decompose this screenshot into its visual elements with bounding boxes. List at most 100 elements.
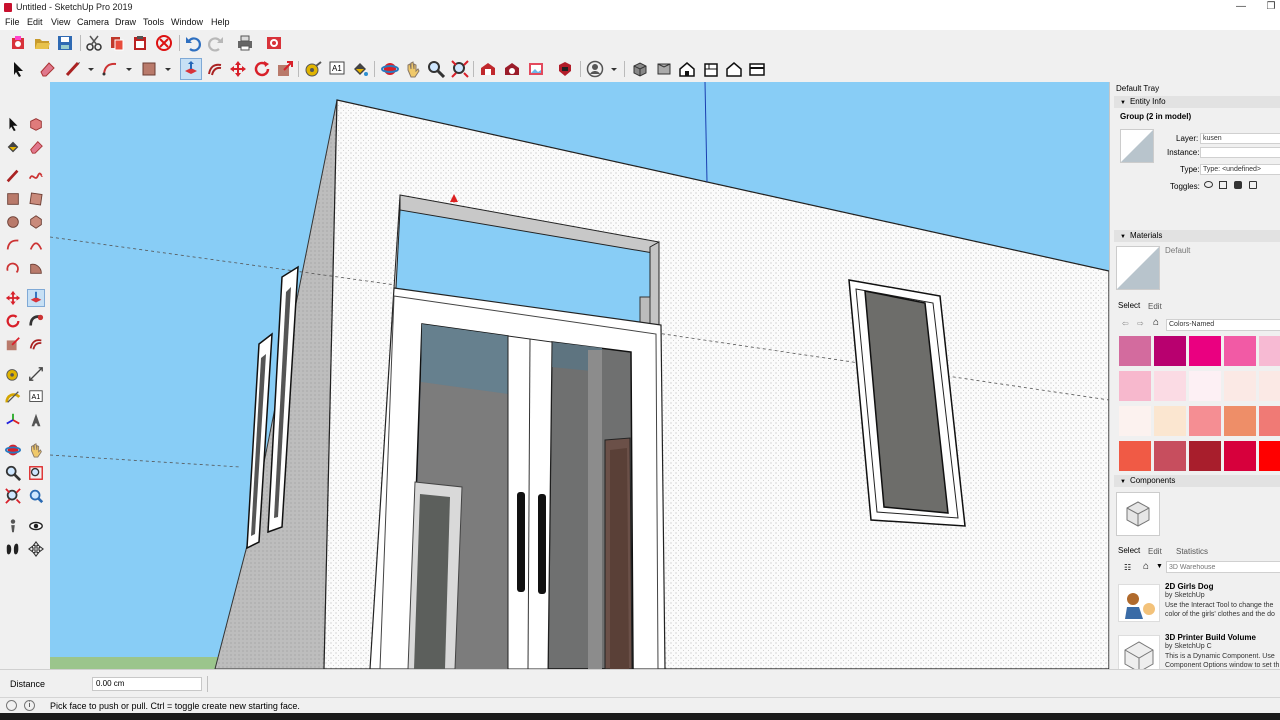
entity-material-swatch[interactable]	[1120, 129, 1154, 163]
materials-tab-select[interactable]: Select	[1118, 301, 1140, 310]
lock-toggle-icon[interactable]	[1219, 181, 1227, 189]
material-swatch[interactable]	[1189, 371, 1221, 401]
paint-bucket-icon[interactable]	[351, 60, 369, 78]
back-view-icon[interactable]	[725, 60, 743, 78]
freehand-icon[interactable]	[28, 168, 44, 184]
move-icon[interactable]	[229, 60, 247, 78]
home-icon[interactable]: ⌂	[1143, 561, 1149, 572]
material-swatch[interactable]	[1224, 406, 1256, 436]
material-swatch[interactable]	[1119, 371, 1151, 401]
material-swatch[interactable]	[1259, 441, 1280, 471]
material-swatch[interactable]	[1154, 371, 1186, 401]
material-swatch[interactable]	[1259, 371, 1280, 401]
scale-icon[interactable]	[5, 336, 21, 352]
info-icon[interactable]: i	[24, 700, 35, 711]
two-point-arc-icon[interactable]	[28, 237, 44, 253]
erase-icon[interactable]	[155, 34, 173, 52]
account-icon[interactable]	[586, 60, 604, 78]
minimize-button[interactable]: —	[1226, 0, 1256, 16]
component-item[interactable]: 2D Girls Dog by SketchUp Use the Interac…	[1114, 580, 1280, 628]
extension-manager-icon[interactable]	[556, 60, 574, 78]
material-swatch[interactable]	[1224, 371, 1256, 401]
arc-icon[interactable]	[101, 60, 119, 78]
forward-arrow-icon[interactable]: ⇨	[1137, 319, 1144, 328]
model-info-icon[interactable]	[265, 34, 283, 52]
chevron-down-icon[interactable]	[159, 60, 171, 78]
material-swatch[interactable]	[1154, 406, 1186, 436]
3d-text-icon[interactable]	[28, 412, 44, 428]
select-icon[interactable]	[5, 116, 21, 132]
pie-icon[interactable]	[28, 260, 44, 276]
save-icon[interactable]	[56, 34, 74, 52]
material-swatch[interactable]	[1259, 336, 1280, 366]
back-arrow-icon[interactable]: ⇦	[1122, 319, 1129, 328]
previous-view-icon[interactable]	[28, 488, 44, 504]
cast-shadows-icon[interactable]	[1234, 181, 1242, 189]
visible-toggle-icon[interactable]	[1204, 181, 1213, 188]
push-pull-icon[interactable]	[27, 289, 45, 307]
materials-header[interactable]: Materials	[1114, 230, 1280, 242]
model-viewport[interactable]	[50, 82, 1109, 669]
print-icon[interactable]	[236, 34, 254, 52]
section-plane-icon[interactable]	[28, 541, 44, 557]
polygon-icon[interactable]	[28, 214, 44, 230]
components-tab-edit[interactable]: Edit	[1148, 547, 1162, 556]
3d-warehouse-icon[interactable]	[479, 60, 497, 78]
circle-icon[interactable]	[5, 214, 21, 230]
material-swatch[interactable]	[1259, 406, 1280, 436]
zoom-window-icon[interactable]	[28, 465, 44, 481]
line-icon[interactable]	[5, 168, 21, 184]
left-view-icon[interactable]	[748, 60, 766, 78]
chevron-down-icon[interactable]: ▼	[1156, 563, 1163, 570]
instance-field[interactable]	[1200, 147, 1280, 158]
scale-icon[interactable]	[276, 60, 294, 78]
walk-icon[interactable]	[5, 541, 21, 557]
paint-bucket-icon[interactable]	[5, 139, 21, 155]
type-field[interactable]: Type: <undefined>	[1200, 164, 1280, 175]
extension-warehouse-icon[interactable]	[503, 60, 521, 78]
material-swatch[interactable]	[1119, 441, 1151, 471]
offset-icon[interactable]	[28, 336, 44, 352]
rotate-icon[interactable]	[253, 60, 271, 78]
follow-me-icon[interactable]	[28, 313, 44, 329]
position-camera-icon[interactable]	[5, 518, 21, 534]
material-library-select[interactable]: Colors-Named	[1166, 319, 1280, 331]
material-swatch[interactable]	[1224, 441, 1256, 471]
move-icon[interactable]	[5, 290, 21, 306]
new-icon[interactable]	[9, 34, 27, 52]
menu-window[interactable]: Window	[171, 17, 203, 27]
chevron-down-icon[interactable]	[82, 60, 94, 78]
iso-view-icon[interactable]	[631, 60, 649, 78]
rotate-icon[interactable]	[5, 313, 21, 329]
geo-location-icon[interactable]	[6, 700, 17, 711]
redo-icon[interactable]	[207, 34, 225, 52]
zoom-extents-icon[interactable]	[451, 60, 469, 78]
menu-edit[interactable]: Edit	[27, 17, 43, 27]
dimension-icon[interactable]	[28, 366, 44, 382]
pan-icon[interactable]	[28, 442, 44, 458]
component-search-input[interactable]	[1166, 561, 1280, 573]
material-swatch[interactable]	[1119, 406, 1151, 436]
eraser-icon[interactable]	[38, 60, 56, 78]
three-point-arc-icon[interactable]	[5, 260, 21, 276]
eraser-icon[interactable]	[28, 139, 44, 155]
offset-icon[interactable]	[206, 60, 224, 78]
zoom-icon[interactable]	[5, 465, 21, 481]
menu-view[interactable]: View	[51, 17, 70, 27]
material-swatch[interactable]	[1189, 406, 1221, 436]
components-header[interactable]: Components	[1114, 475, 1280, 487]
chevron-down-icon[interactable]	[605, 60, 617, 78]
top-view-icon[interactable]	[655, 60, 673, 78]
open-icon[interactable]	[33, 34, 51, 52]
entity-info-header[interactable]: Entity Info	[1114, 96, 1280, 108]
materials-tab-edit[interactable]: Edit	[1148, 302, 1162, 311]
rectangle-icon[interactable]	[140, 60, 158, 78]
menu-help[interactable]: Help	[211, 17, 230, 27]
view-options-icon[interactable]: ☷	[1124, 563, 1131, 572]
protractor-icon[interactable]	[5, 389, 21, 405]
select-icon[interactable]	[9, 60, 27, 78]
menu-tools[interactable]: Tools	[143, 17, 164, 27]
line-icon[interactable]	[64, 60, 82, 78]
rotated-rectangle-icon[interactable]	[28, 191, 44, 207]
axes-icon[interactable]	[5, 412, 21, 428]
